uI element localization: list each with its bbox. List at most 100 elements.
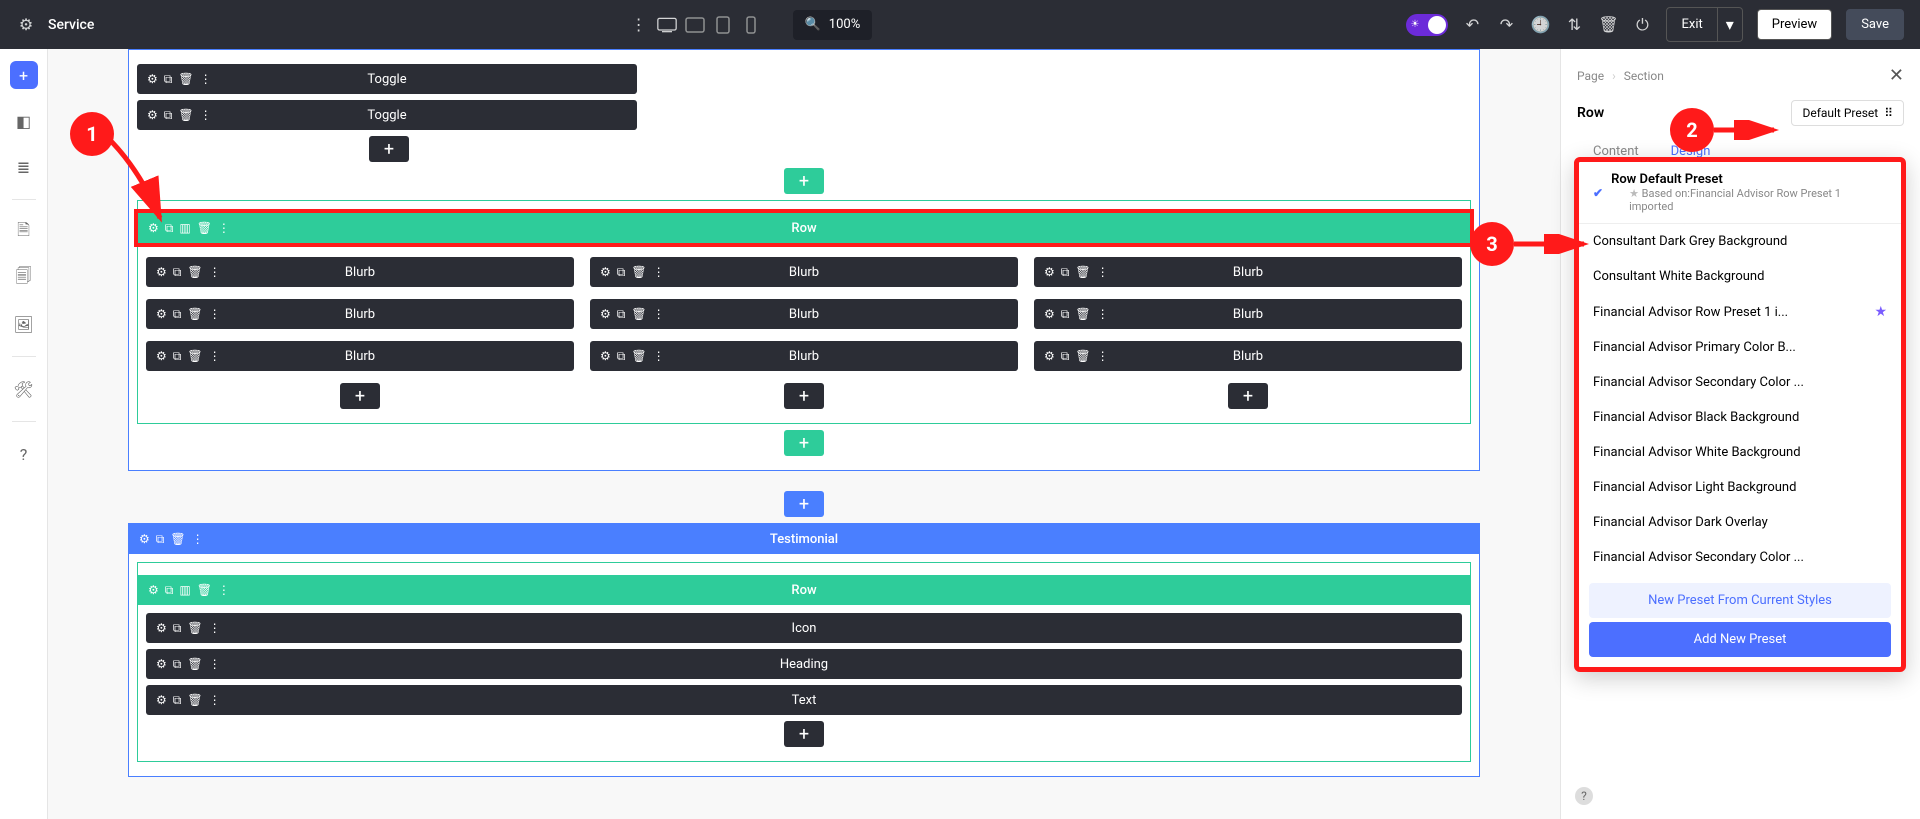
- theme-toggle[interactable]: [1406, 14, 1448, 36]
- gear-icon[interactable]: ⚙: [147, 108, 158, 122]
- add-module[interactable]: +: [1228, 383, 1268, 409]
- desktop-icon[interactable]: [657, 15, 677, 35]
- add-module[interactable]: +: [784, 721, 824, 747]
- trash-icon[interactable]: 🗑: [1598, 15, 1618, 35]
- section-bar[interactable]: ⚙ ⧉ 🗑 ⋮ Testimonial: [129, 524, 1479, 554]
- module-blurb[interactable]: ⚙⧉🗑⋮Blurb: [146, 341, 574, 371]
- breadcrumb-page[interactable]: Page: [1577, 69, 1604, 83]
- more-icon[interactable]: ⋮: [192, 532, 204, 546]
- copy-icon[interactable]: ⧉: [164, 72, 173, 87]
- module-blurb[interactable]: ⚙⧉🗑⋮Blurb: [590, 299, 1018, 329]
- add-section[interactable]: +: [784, 491, 824, 517]
- add-module[interactable]: +: [369, 136, 409, 162]
- row-label: Row: [791, 583, 816, 598]
- add-module[interactable]: +: [340, 383, 380, 409]
- redo-icon[interactable]: ↷: [1496, 15, 1516, 35]
- exit-button[interactable]: Exit: [1666, 7, 1717, 42]
- annotation-3: 3: [1470, 222, 1514, 266]
- zoom-input[interactable]: 🔍 100%: [793, 10, 873, 40]
- trash-icon[interactable]: 🗑: [170, 532, 185, 546]
- more-icon[interactable]: ⋮: [200, 72, 212, 86]
- preset-option[interactable]: Financial Advisor Black Background: [1579, 400, 1901, 435]
- module-text[interactable]: ⚙⧉🗑⋮Text: [146, 685, 1462, 715]
- more-icon[interactable]: ⋮: [218, 221, 230, 235]
- preset-option[interactable]: Consultant Dark Grey Background: [1579, 224, 1901, 259]
- history-icon[interactable]: 🕘: [1530, 15, 1550, 35]
- preset-icon: ⠿: [1884, 106, 1893, 120]
- media-icon[interactable]: 🖼: [10, 310, 38, 338]
- preset-option[interactable]: Financial Advisor Secondary Color ...: [1579, 365, 1901, 400]
- add-module[interactable]: +: [784, 383, 824, 409]
- tablet-portrait-icon[interactable]: [713, 15, 733, 35]
- row-label: Row: [791, 221, 816, 236]
- preset-dropdown-button[interactable]: Default Preset ⠿: [1791, 100, 1904, 126]
- copy-icon[interactable]: ⧉: [156, 532, 165, 547]
- module-blurb[interactable]: ⚙⧉🗑⋮Blurb: [1034, 299, 1462, 329]
- close-icon[interactable]: ✕: [1889, 65, 1904, 86]
- trash-icon[interactable]: 🗑: [197, 221, 212, 235]
- preset-option[interactable]: Financial Advisor Row Preset 1 i...★: [1579, 294, 1901, 330]
- power-icon[interactable]: ⏻: [1632, 15, 1652, 35]
- preset-option[interactable]: Financial Advisor Primary Color B...: [1579, 330, 1901, 365]
- inspector-title: Row: [1577, 105, 1604, 121]
- module-toggle[interactable]: ⚙ ⧉ 🗑 ⋮ Toggle: [137, 100, 637, 130]
- module-label: Toggle: [367, 108, 406, 123]
- copy-icon[interactable]: ⧉: [164, 108, 173, 123]
- phone-icon[interactable]: [741, 15, 761, 35]
- new-preset-button[interactable]: New Preset From Current Styles: [1589, 583, 1891, 618]
- preset-option[interactable]: Consultant White Background: [1579, 259, 1901, 294]
- help-icon[interactable]: ?: [10, 440, 38, 468]
- gear-icon[interactable]: ⚙: [16, 15, 36, 35]
- module-label: Toggle: [367, 72, 406, 87]
- add-row[interactable]: +: [784, 430, 824, 456]
- annotation-1: 1: [70, 112, 114, 156]
- section-label: Testimonial: [770, 532, 838, 547]
- module-blurb[interactable]: ⚙⧉🗑⋮Blurb: [590, 341, 1018, 371]
- columns-icon[interactable]: ≣: [10, 153, 38, 181]
- module-blurb[interactable]: ⚙⧉🗑⋮Blurb: [590, 257, 1018, 287]
- preview-button[interactable]: Preview: [1757, 9, 1832, 40]
- trash-icon[interactable]: 🗑: [178, 108, 193, 122]
- row-bar-selected[interactable]: ⚙⧉▥🗑⋮ Row: [138, 213, 1470, 243]
- preset-option[interactable]: Financial Advisor Dark Overlay: [1579, 505, 1901, 540]
- template-icon[interactable]: 🗐: [10, 264, 38, 292]
- exit-caret[interactable]: ▾: [1718, 7, 1743, 42]
- sort-icon[interactable]: ⇅: [1564, 15, 1584, 35]
- star-icon: ★: [1874, 304, 1887, 320]
- add-row[interactable]: +: [784, 168, 824, 194]
- add-preset-button[interactable]: Add New Preset: [1589, 622, 1891, 657]
- module-blurb[interactable]: ⚙⧉🗑⋮Blurb: [146, 257, 574, 287]
- annotation-2: 2: [1670, 108, 1714, 152]
- tablet-landscape-icon[interactable]: [685, 15, 705, 35]
- preset-option[interactable]: Financial Advisor Light Background: [1579, 470, 1901, 505]
- add-button[interactable]: +: [10, 61, 38, 89]
- gear-icon[interactable]: ⚙: [147, 72, 158, 86]
- trash-icon[interactable]: 🗑: [178, 72, 193, 86]
- zoom-value: 100%: [829, 17, 860, 32]
- check-icon: ✔: [1593, 186, 1603, 200]
- breadcrumb-section[interactable]: Section: [1624, 69, 1664, 83]
- preset-current[interactable]: ✔ Row Default Preset ★ Based on:Financia…: [1579, 162, 1901, 223]
- help-icon[interactable]: ?: [1575, 787, 1593, 805]
- tools-icon[interactable]: 🛠: [10, 375, 38, 403]
- more-icon[interactable]: ⋮: [629, 15, 649, 35]
- preset-dropdown: ✔ Row Default Preset ★ Based on:Financia…: [1574, 157, 1906, 672]
- gear-icon[interactable]: ⚙: [139, 532, 150, 546]
- save-button[interactable]: Save: [1846, 9, 1904, 40]
- undo-icon[interactable]: ↶: [1462, 15, 1482, 35]
- module-heading[interactable]: ⚙⧉🗑⋮Heading: [146, 649, 1462, 679]
- preset-option[interactable]: Financial Advisor White Background: [1579, 435, 1901, 470]
- layers-icon[interactable]: ◧: [10, 107, 38, 135]
- module-icon[interactable]: ⚙⧉🗑⋮Icon: [146, 613, 1462, 643]
- module-blurb[interactable]: ⚙⧉🗑⋮Blurb: [1034, 257, 1462, 287]
- module-blurb[interactable]: ⚙⧉🗑⋮Blurb: [146, 299, 574, 329]
- breadcrumb: Page › Section ✕: [1577, 65, 1904, 86]
- more-icon[interactable]: ⋮: [200, 108, 212, 122]
- row-bar[interactable]: ⚙⧉▥🗑⋮ Row: [138, 575, 1470, 605]
- columns-icon[interactable]: ▥: [179, 221, 190, 235]
- search-icon: 🔍: [805, 17, 821, 32]
- module-blurb[interactable]: ⚙⧉🗑⋮Blurb: [1034, 341, 1462, 371]
- module-toggle[interactable]: ⚙ ⧉ 🗑 ⋮ Toggle: [137, 64, 637, 94]
- page-icon[interactable]: 🗎: [10, 218, 38, 246]
- preset-option[interactable]: Financial Advisor Secondary Color ...: [1579, 540, 1901, 575]
